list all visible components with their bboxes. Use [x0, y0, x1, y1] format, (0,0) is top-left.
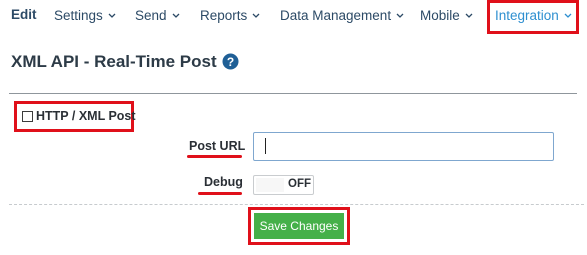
debug-toggle[interactable]: OFF [253, 175, 314, 195]
chevron-down-icon [465, 7, 473, 22]
nav-item-edit[interactable]: Edit [11, 7, 37, 22]
question-circle-icon[interactable]: ? [222, 53, 239, 70]
svg-text:?: ? [227, 55, 234, 69]
chevron-down-icon [172, 7, 180, 22]
nav-item-label: Reports [200, 8, 248, 23]
debug-underline [198, 192, 242, 195]
nav-item-label: Send [135, 8, 167, 23]
nav-item-mobile[interactable]: Mobile [420, 7, 473, 23]
http-xml-post-toggle[interactable]: HTTP / XML Post [22, 109, 136, 123]
integration-highlight-box [487, 0, 579, 34]
debug-label: Debug [204, 175, 243, 189]
nav-item-label: Edit [11, 7, 37, 22]
post-url-input[interactable] [253, 132, 554, 161]
nav-item-label: Settings [54, 8, 103, 23]
nav-item-data-management[interactable]: Data Management [280, 7, 404, 23]
nav-item-settings[interactable]: Settings [54, 7, 116, 23]
nav-item-label: Mobile [420, 8, 460, 23]
http-xml-post-label: HTTP / XML Post [36, 109, 136, 123]
post-url-underline [187, 155, 242, 158]
chevron-down-icon [108, 7, 116, 22]
save-changes-button[interactable]: Save Changes [254, 213, 344, 239]
form-divider [9, 204, 584, 205]
chevron-down-icon [396, 7, 404, 22]
chevron-down-icon [252, 7, 260, 22]
header-divider [9, 93, 577, 94]
debug-state: OFF [288, 178, 311, 190]
page-title: XML API - Real-Time Post [11, 52, 217, 71]
text-caret [265, 138, 266, 154]
nav-item-label: Data Management [280, 8, 392, 23]
nav-item-reports[interactable]: Reports [200, 7, 260, 23]
nav-item-send[interactable]: Send [135, 7, 180, 23]
post-url-label: Post URL [189, 139, 246, 153]
toggle-knob [256, 178, 284, 192]
http-xml-post-checkbox[interactable] [22, 110, 33, 122]
